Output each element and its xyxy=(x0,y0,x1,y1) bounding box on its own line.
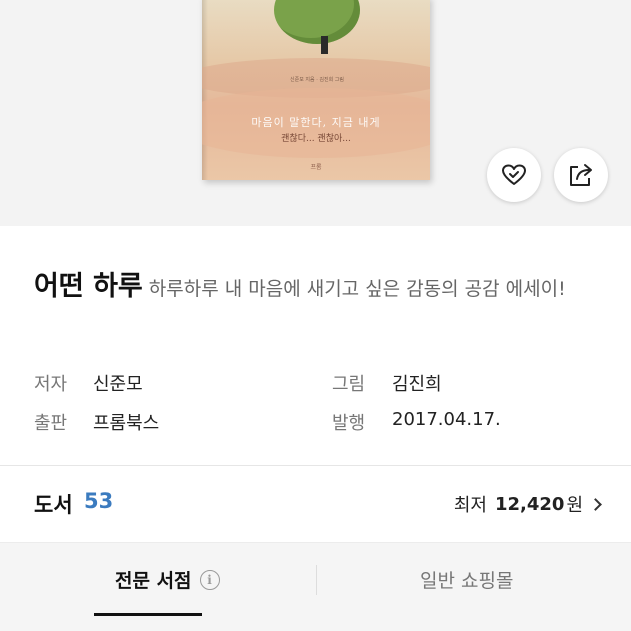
tab-label: 일반 쇼핑몰 xyxy=(420,570,514,592)
active-tab-indicator xyxy=(94,613,202,616)
currency-unit: 원 xyxy=(566,495,583,516)
illustrator-label: 그림 xyxy=(332,374,366,395)
lowest-price-link[interactable]: 최저 12,420 원 xyxy=(453,491,602,517)
publish-date-value: 2017.04.17. xyxy=(392,409,501,430)
chevron-right-icon xyxy=(589,497,602,511)
author-label: 저자 xyxy=(34,374,68,395)
cover-spine xyxy=(202,0,208,180)
book-cover[interactable]: 신준모 지음 · 김진희 그림 마음이 말한다, 지금 내게 괜찮다... 괜찮… xyxy=(202,0,430,180)
tab-label: 전문 서점 xyxy=(115,570,192,592)
like-button[interactable] xyxy=(487,148,541,202)
hero-section: 신준모 지음 · 김진희 그림 마음이 말한다, 지금 내게 괜찮다... 괜찮… xyxy=(0,0,631,226)
heart-icon xyxy=(502,164,526,185)
lowest-price-value: 12,420 xyxy=(494,493,565,515)
offer-summary-row: 도서 53 최저 12,420 원 xyxy=(34,487,602,517)
share-button[interactable] xyxy=(554,148,608,202)
offer-count-label: 도서 xyxy=(34,493,73,517)
illustrator-value[interactable]: 김진희 xyxy=(392,370,442,396)
publisher-label: 출판 xyxy=(34,413,68,434)
offer-count: 53 xyxy=(84,489,114,513)
tab-general-mall[interactable]: 일반 쇼핑몰 xyxy=(420,566,513,593)
divider xyxy=(0,465,631,466)
cover-title: 마음이 말한다, 지금 내게 xyxy=(251,116,381,129)
cover-authors: 신준모 지음 · 김진희 그림 xyxy=(290,77,344,83)
book-title: 어떤 하루 xyxy=(34,271,143,302)
author-value[interactable]: 신준모 xyxy=(93,370,143,396)
cover-publisher-logo: 프롬 xyxy=(310,164,322,171)
lowest-price-label: 최저 xyxy=(453,495,487,516)
cover-tree-trunk xyxy=(321,36,328,54)
info-icon[interactable]: i xyxy=(199,569,220,590)
tab-specialty-bookstore[interactable]: 전문 서점 i xyxy=(115,566,220,593)
title-block: 어떤 하루 하루하루 내 마음에 새기고 싶은 감동의 공감 에세이! xyxy=(34,266,594,311)
publish-date-label: 발행 xyxy=(332,413,366,434)
store-tabs: 전문 서점 i 일반 쇼핑몰 xyxy=(0,542,631,631)
publisher-value[interactable]: 프롬북스 xyxy=(93,409,159,435)
tab-separator xyxy=(316,565,317,595)
book-description: 하루하루 내 마음에 새기고 싶은 감동의 공감 에세이! xyxy=(148,278,566,300)
share-icon xyxy=(570,164,592,186)
cover-subtitle: 괜찮다... 괜찮아... xyxy=(281,134,351,144)
cover-tree xyxy=(274,0,360,44)
